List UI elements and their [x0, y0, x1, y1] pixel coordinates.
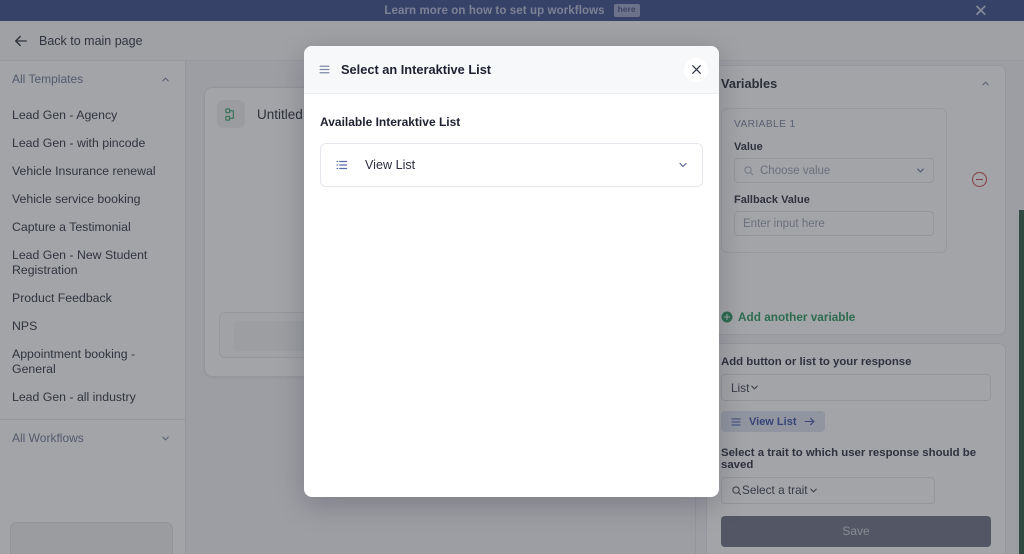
list-item[interactable]: View List: [320, 143, 703, 187]
modal-body: Available Interaktive List View List: [304, 94, 719, 187]
app-root: Learn more on how to set up workflows he…: [0, 0, 1024, 554]
select-interactive-list-modal: Select an Interaktive List Available Int…: [304, 46, 719, 497]
close-icon[interactable]: [684, 57, 708, 82]
list-icon: [318, 63, 331, 76]
available-list-label: Available Interaktive List: [320, 115, 461, 129]
modal-header: Select an Interaktive List: [304, 46, 719, 94]
list-item-label: View List: [365, 158, 416, 172]
list-icon: [335, 158, 349, 172]
modal-title: Select an Interaktive List: [341, 62, 492, 77]
chevron-down-icon[interactable]: [677, 159, 689, 171]
